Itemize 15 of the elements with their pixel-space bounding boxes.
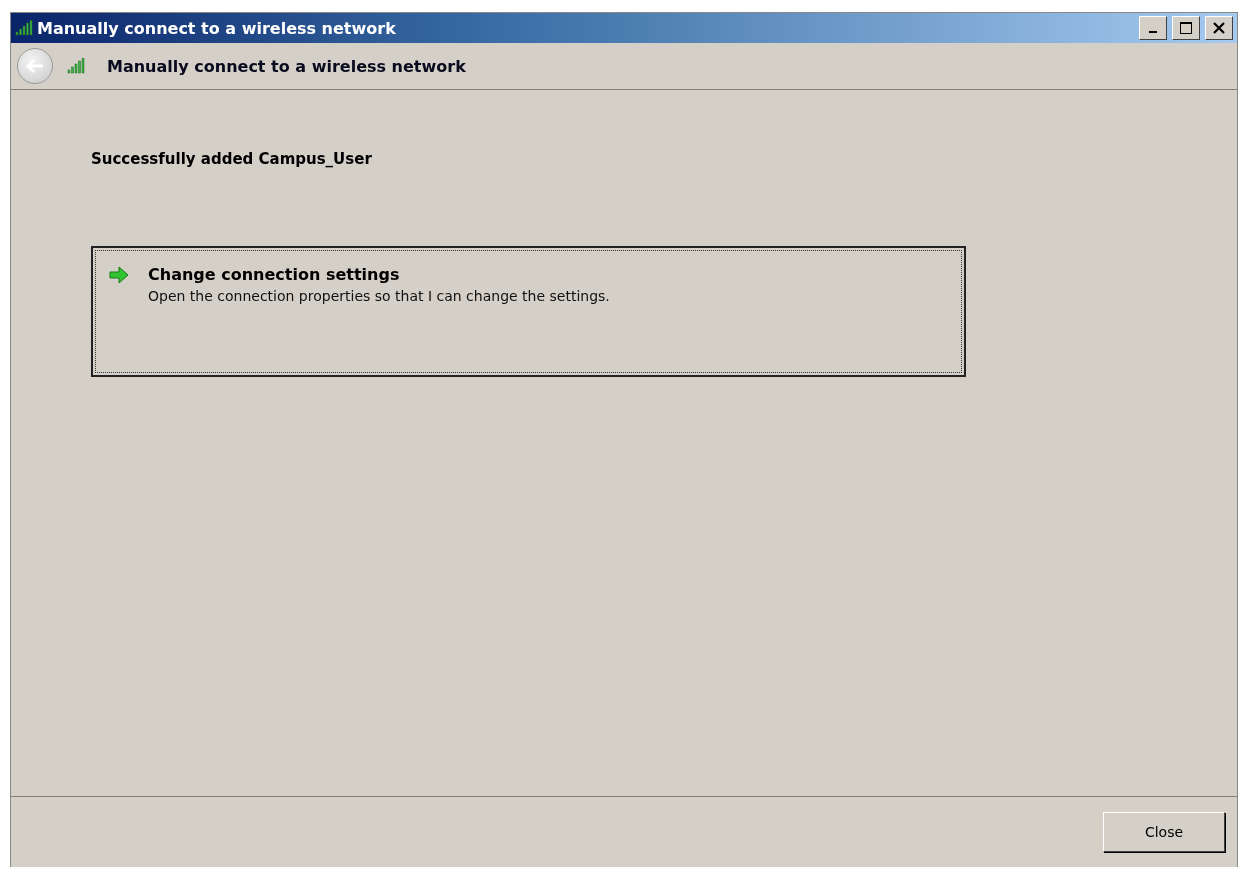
signal-bars-icon bbox=[67, 58, 85, 74]
page-heading: Manually connect to a wireless network bbox=[107, 56, 466, 76]
maximize-button[interactable] bbox=[1172, 16, 1200, 40]
back-arrow-icon bbox=[25, 58, 45, 74]
close-button[interactable] bbox=[1205, 16, 1233, 40]
window-title: Manually connect to a wireless network bbox=[37, 18, 397, 38]
status-message: Successfully added Campus_User bbox=[91, 150, 373, 168]
maximize-icon bbox=[1179, 21, 1193, 35]
close-icon bbox=[1213, 22, 1225, 34]
close-dialog-button[interactable]: Close bbox=[1103, 812, 1225, 852]
arrow-icon bbox=[108, 265, 130, 285]
signal-bars-icon bbox=[15, 20, 33, 36]
minimize-icon bbox=[1149, 31, 1157, 33]
command-link[interactable]: Change connection settings Open the connection properties so that I can change the settings. bbox=[91, 246, 966, 377]
minimize-button[interactable] bbox=[1139, 16, 1167, 40]
